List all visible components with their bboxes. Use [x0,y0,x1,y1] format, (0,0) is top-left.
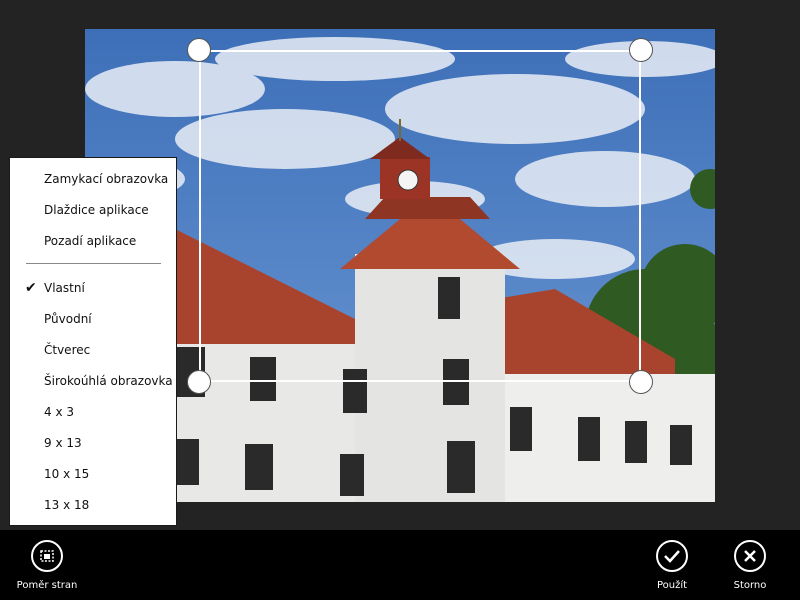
menu-item-lock-screen[interactable]: Zamykací obrazovka [10,165,176,193]
checkmark-icon: ✔ [25,280,37,296]
menu-item-widescreen[interactable]: Širokoúhlá obrazovka [10,367,176,395]
apply-label: Použít [656,580,688,591]
cancel-button[interactable]: Storno [710,540,790,600]
cancel-label: Storno [733,580,767,591]
menu-divider [26,263,161,264]
menu-item-label: Čtverec [44,343,91,357]
menu-item-4x3[interactable]: 4 x 3 [10,398,176,426]
menu-item-app-background[interactable]: Pozadí aplikace [10,227,176,255]
aspect-ratio-label: Poměr stran [16,580,78,591]
aspect-ratio-menu: Zamykací obrazovka Dlaždice aplikace Poz… [9,157,177,526]
menu-item-label: Pozadí aplikace [44,234,137,248]
menu-item-label: 10 x 15 [44,467,90,481]
menu-item-label: Zamykací obrazovka [44,172,169,186]
menu-item-custom[interactable]: ✔ Vlastní [10,274,176,302]
apply-button[interactable]: Použít [632,540,712,600]
app-bar: Poměr stran Použít Storno [0,530,800,600]
menu-item-10x15[interactable]: 10 x 15 [10,460,176,488]
menu-item-original[interactable]: Původní [10,305,176,333]
crop-handle-bottom-left[interactable] [187,370,211,394]
aspect-ratio-button[interactable]: Poměr stran [7,540,87,600]
menu-item-label: Širokoúhlá obrazovka [44,374,173,388]
close-icon [734,540,766,572]
crop-rectangle[interactable] [199,50,641,382]
crop-handle-top-left[interactable] [187,38,211,62]
crop-handle-top-right[interactable] [629,38,653,62]
menu-item-label: 13 x 18 [44,498,90,512]
menu-item-label: Vlastní [44,281,85,295]
checkmark-icon [656,540,688,572]
aspect-ratio-icon [31,540,63,572]
menu-item-label: 9 x 13 [44,436,82,450]
menu-item-app-tile[interactable]: Dlaždice aplikace [10,196,176,224]
menu-item-label: 4 x 3 [44,405,74,419]
menu-item-13x18[interactable]: 13 x 18 [10,491,176,519]
menu-item-label: Dlaždice aplikace [44,203,149,217]
crop-handle-bottom-right[interactable] [629,370,653,394]
menu-item-label: Původní [44,312,92,326]
menu-item-square[interactable]: Čtverec [10,336,176,364]
menu-item-9x13[interactable]: 9 x 13 [10,429,176,457]
